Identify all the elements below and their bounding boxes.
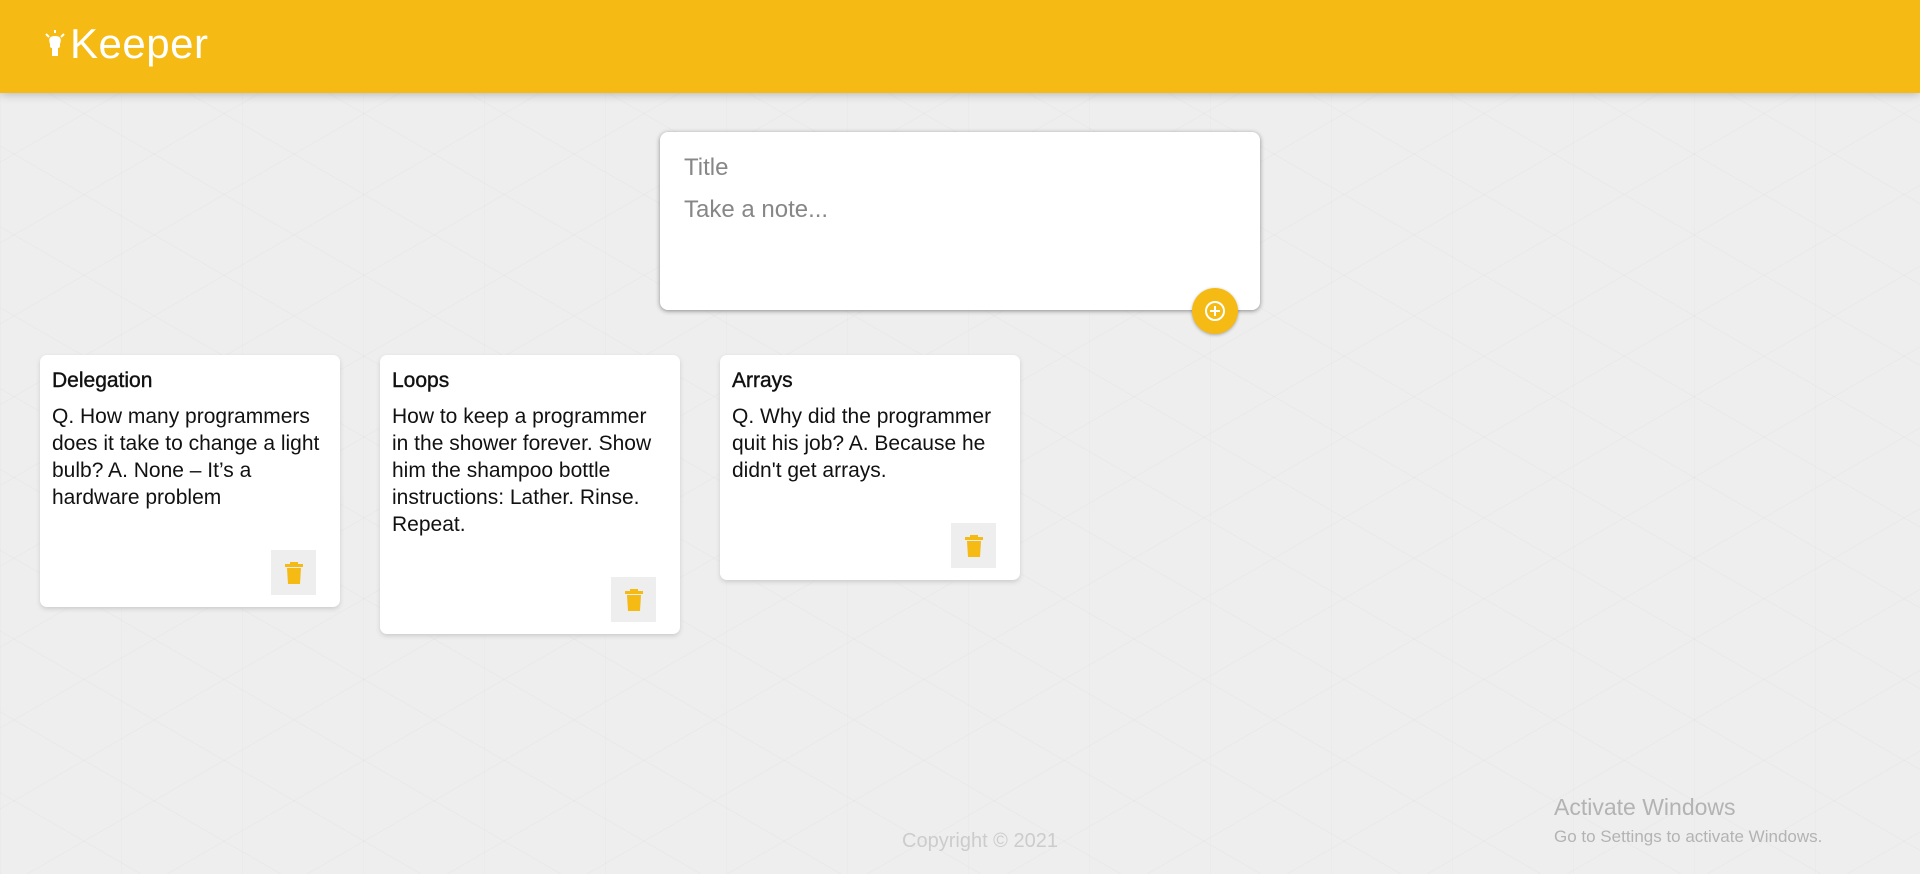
delete-note-button[interactable] xyxy=(611,577,656,622)
note-title: Loops xyxy=(392,369,450,392)
note-card: Loops How to keep a programmer in the sh… xyxy=(380,355,680,634)
note-card: Delegation Q. How many programmers does … xyxy=(40,355,340,607)
note-content: Q. How many programmers does it take to … xyxy=(52,405,326,509)
note-card: Arrays Q. Why did the programmer quit hi… xyxy=(720,355,1020,580)
note-content: Q. Why did the programmer quit his job? … xyxy=(732,405,997,482)
note-title: Arrays xyxy=(732,369,793,392)
app-header: Keeper xyxy=(0,0,1920,93)
trash-icon xyxy=(284,561,303,584)
activation-title: Activate Windows xyxy=(1554,794,1736,820)
note-title: Delegation xyxy=(52,369,153,392)
windows-activation-watermark: Activate Windows Go to Settings to activ… xyxy=(1554,794,1822,847)
lightbulb-icon xyxy=(45,29,65,56)
note-title-input[interactable] xyxy=(684,154,1236,182)
trash-icon xyxy=(624,588,643,611)
create-note-form xyxy=(660,132,1260,310)
note-content-input[interactable] xyxy=(684,196,1236,276)
add-note-button[interactable] xyxy=(1192,288,1238,334)
delete-note-button[interactable] xyxy=(951,523,996,568)
activation-subtitle: Go to Settings to activate Windows. xyxy=(1554,827,1823,846)
delete-note-button[interactable] xyxy=(271,550,316,595)
note-content: How to keep a programmer in the shower f… xyxy=(392,405,657,536)
plus-icon xyxy=(1205,301,1225,321)
app-title: Keeper xyxy=(70,19,209,67)
trash-icon xyxy=(964,534,983,557)
